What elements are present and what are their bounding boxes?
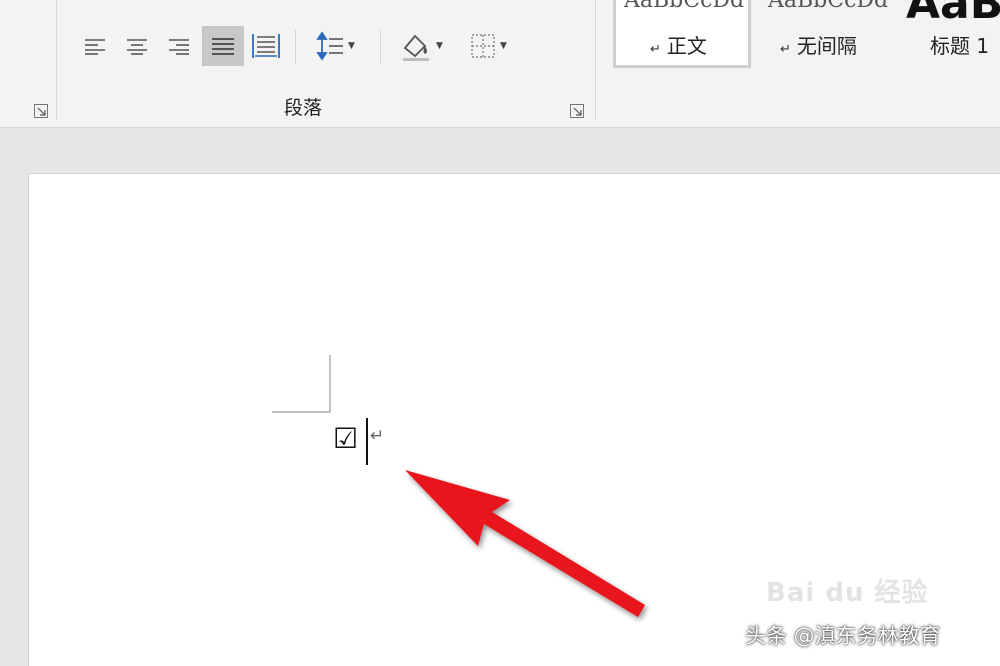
toutiao-watermark: 头条 @滇东务林教育 [745, 624, 941, 648]
baidu-watermark: Bai du 经验 [766, 578, 929, 608]
page-margin-corner [272, 355, 331, 413]
red-arrow [405, 470, 645, 617]
checkbox-symbol: ☑ [333, 422, 359, 455]
paragraph-mark-icon: ↵ [370, 426, 385, 446]
page-overlay [272, 355, 645, 617]
